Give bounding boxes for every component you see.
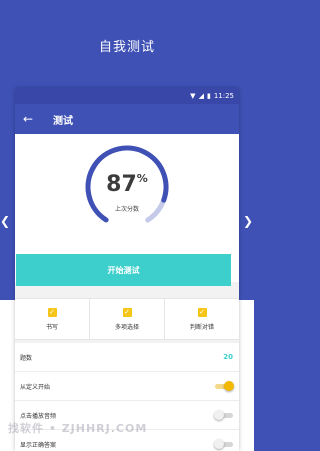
score-number: 87: [106, 172, 137, 197]
setting-label: 从定义开始: [20, 383, 51, 391]
start-test-button[interactable]: 开始测试: [16, 254, 231, 286]
score-label: 上次分数: [114, 206, 139, 213]
mode-label: 多项选择: [114, 323, 139, 331]
checkbox-checked-icon[interactable]: ✓: [47, 307, 57, 317]
score-panel: 87% 上次分数 开始测试: [15, 134, 239, 286]
score-value: 87%: [15, 172, 239, 197]
phone-screen: ▼ ◢ ▮ 11:25 ← 测试 87% 上次分数 开始测试 ✓ 书写 ✓ 多项…: [15, 88, 239, 451]
setting-question-count[interactable]: 题数 20: [15, 343, 239, 372]
back-arrow-icon[interactable]: ←: [23, 112, 43, 126]
custom-start-toggle[interactable]: [215, 381, 234, 391]
question-count-value[interactable]: 20: [223, 353, 233, 361]
mode-multiple-choice[interactable]: ✓ 多项选择: [90, 299, 165, 339]
setting-label: 点击播放音频: [20, 412, 57, 420]
carousel-next-icon[interactable]: ❯: [243, 214, 253, 228]
watermark: 找软件 • ZJHHRJ.COM: [8, 422, 148, 435]
setting-label: 题数: [20, 354, 33, 362]
setting-custom-start[interactable]: 从定义开始: [15, 372, 239, 401]
status-time: 11:25: [213, 92, 234, 100]
show-answer-toggle[interactable]: [214, 439, 233, 449]
signal-icon: ◢: [198, 92, 204, 100]
battery-icon: ▮: [206, 92, 211, 100]
play-audio-toggle[interactable]: [214, 410, 233, 420]
mode-writing[interactable]: ✓ 书写: [15, 299, 90, 339]
wifi-icon: ▼: [190, 92, 196, 100]
mode-true-false[interactable]: ✓ 判断对错: [165, 299, 239, 339]
mode-label: 书写: [45, 323, 58, 331]
app-bar: ← 测试: [15, 104, 239, 134]
carousel-prev-icon[interactable]: ❮: [0, 214, 10, 228]
setting-label: 显示正确答案: [20, 441, 57, 449]
status-bar: ▼ ◢ ▮ 11:25: [15, 88, 239, 104]
checkbox-checked-icon[interactable]: ✓: [122, 307, 132, 317]
score-unit: %: [136, 172, 148, 185]
mode-label: 判断对错: [189, 323, 214, 331]
page-headline: 自我测试: [98, 40, 155, 55]
test-mode-options: ✓ 书写 ✓ 多项选择 ✓ 判断对错: [15, 298, 239, 340]
checkbox-checked-icon[interactable]: ✓: [197, 307, 207, 317]
app-bar-title: 测试: [53, 115, 73, 127]
